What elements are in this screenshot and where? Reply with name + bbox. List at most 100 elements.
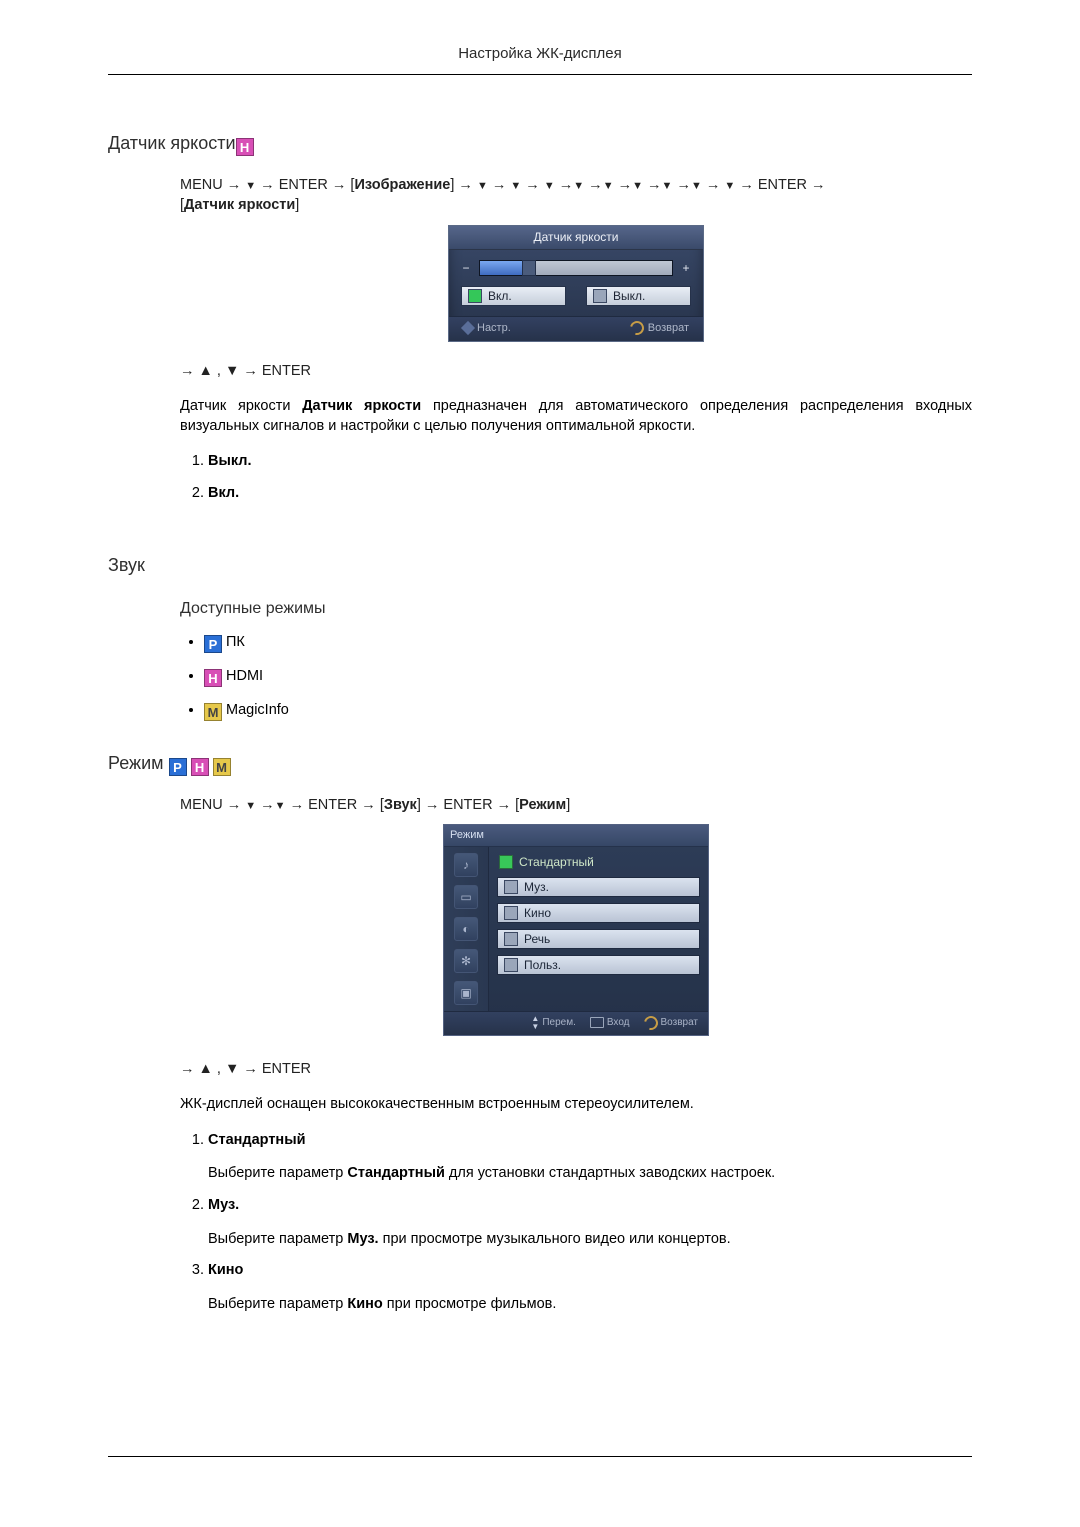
nav-text: ] xyxy=(566,797,570,813)
mode-label: ПК xyxy=(226,634,245,650)
list-item: Вкл. xyxy=(208,484,972,504)
nav-text: ] → xyxy=(450,177,477,193)
down-icon: ▼ xyxy=(662,179,673,194)
mode-description: ЖК-дисплей оснащен высококачественным вс… xyxy=(180,1095,972,1115)
return-icon xyxy=(627,319,646,338)
rail-icon[interactable]: ▣ xyxy=(454,981,478,1005)
slider-fill xyxy=(480,261,522,275)
nav-path-mode-2: → ▲ , ▼ → ENTER xyxy=(180,1060,972,1080)
osd2-rail: ♪ ▭ ◐ ✻ ▣ xyxy=(444,847,489,1011)
osd1-adjust-label: Настр. xyxy=(477,321,511,336)
text: Датчик яркости xyxy=(180,398,302,414)
osd2-item[interactable]: Муз. xyxy=(497,877,700,897)
text: для установки стандартных заводских наст… xyxy=(445,1165,775,1181)
nav-path-sensor-2: → ▲ , ▼ → ENTER xyxy=(180,362,972,382)
osd2-item[interactable]: Кино xyxy=(497,903,700,923)
brightness-slider[interactable] xyxy=(479,260,673,276)
osd2-item-label: Кино xyxy=(524,905,551,921)
updown-icon: ▲▼ xyxy=(531,1016,539,1029)
osd-brightness-sensor: Датчик яркости − + Вкл. Выкл. Настр. Воз… xyxy=(448,225,704,341)
box-icon xyxy=(504,880,518,894)
list-item-body: Выберите параметр Кино при просмотре фил… xyxy=(208,1295,972,1315)
rail-icon[interactable]: ♪ xyxy=(454,853,478,877)
list-item-label: Выкл. xyxy=(208,453,252,469)
magicinfo-icon: M xyxy=(213,758,231,776)
subheading-available-modes: Доступные режимы xyxy=(180,598,972,620)
down-icon: ▼ xyxy=(275,799,286,814)
minus-icon[interactable]: − xyxy=(461,260,471,276)
nav-label-image: Изображение xyxy=(354,177,450,193)
osd2-item-label: Польз. xyxy=(524,957,561,973)
nav-text: ] → ENTER → [ xyxy=(417,797,519,813)
osd2-item[interactable]: Речь xyxy=(497,929,700,949)
list-item-label: Вкл. xyxy=(208,485,239,501)
check-icon xyxy=(499,855,513,869)
down-icon: ▼ xyxy=(632,179,643,194)
section-title-mode: Режим PHM xyxy=(108,751,972,776)
box-icon xyxy=(504,906,518,920)
nav-label-mode: Режим xyxy=(519,797,566,813)
check-icon xyxy=(468,289,482,303)
list-item: Муз. Выберите параметр Муз. при просмотр… xyxy=(208,1196,972,1249)
down-icon: ▼ xyxy=(603,179,614,194)
osd2-item-selected[interactable]: Стандартный xyxy=(497,853,700,871)
osd2-list: Стандартный Муз. Кино Речь Польз. xyxy=(489,847,708,1011)
osd2-back-label: Возврат xyxy=(661,1016,699,1030)
down-icon: ▼ xyxy=(544,179,555,194)
option-on[interactable]: Вкл. xyxy=(461,286,566,306)
down-icon: ▼ xyxy=(510,179,521,194)
nav-label-sound: Звук xyxy=(384,797,417,813)
mode-label: HDMI xyxy=(226,668,263,684)
list-item-head: Стандартный xyxy=(208,1132,306,1148)
text: Выберите параметр xyxy=(208,1165,347,1181)
osd1-title: Датчик яркости xyxy=(449,226,703,249)
option-off-label: Выкл. xyxy=(613,288,645,304)
osd2-move-label: Перем. xyxy=(542,1016,576,1030)
nav-text: MENU → xyxy=(180,797,245,813)
box-icon xyxy=(504,932,518,946)
list-item: Кино Выберите параметр Кино при просмотр… xyxy=(208,1261,972,1314)
slider-knob[interactable] xyxy=(522,260,536,276)
osd2-item[interactable]: Польз. xyxy=(497,955,700,975)
osd2-item-label: Стандартный xyxy=(519,854,594,870)
text: Выберите параметр xyxy=(208,1231,347,1247)
footer-rule xyxy=(108,1456,972,1457)
text: при просмотре музыкального видео или кон… xyxy=(379,1231,731,1247)
hdmi-icon: H xyxy=(191,758,209,776)
osd2-title: Режим xyxy=(444,825,708,847)
section-title-sensor-text: Датчик яркости xyxy=(108,133,236,153)
nav-label-sensor: Датчик яркости xyxy=(184,197,295,213)
list-item-body: Выберите параметр Стандартный для устано… xyxy=(208,1164,972,1184)
available-modes-list: PПК HHDMI MMagicInfo xyxy=(180,633,972,721)
text-bold: Датчик яркости xyxy=(302,398,421,414)
text-bold: Муз. xyxy=(347,1231,378,1247)
text-bold: Стандартный xyxy=(347,1165,445,1181)
return-icon xyxy=(641,1013,660,1032)
nav-text: → ENTER → xyxy=(735,177,825,193)
list-item: Стандартный Выберите параметр Стандартны… xyxy=(208,1131,972,1184)
sensor-description: Датчик яркости Датчик яркости предназнач… xyxy=(180,397,972,436)
osd-sound-mode: Режим ♪ ▭ ◐ ✻ ▣ Стандартный Муз. Кино Ре… xyxy=(443,824,709,1036)
list-item: MMagicInfo xyxy=(204,701,972,721)
option-off[interactable]: Выкл. xyxy=(586,286,691,306)
osd1-back: Возврат xyxy=(630,321,689,336)
rail-icon[interactable]: ◐ xyxy=(454,917,478,941)
down-icon: ▼ xyxy=(245,179,256,194)
option-on-label: Вкл. xyxy=(488,288,512,304)
hdmi-icon: H xyxy=(204,669,222,687)
list-item-head: Кино xyxy=(208,1262,243,1278)
plus-icon[interactable]: + xyxy=(681,260,691,276)
page-header: Настройка ЖК-дисплея xyxy=(108,44,972,64)
osd2-enter: Вход xyxy=(590,1016,630,1030)
down-icon: ▼ xyxy=(724,179,735,194)
section-title-mode-text: Режим xyxy=(108,753,164,773)
rail-icon[interactable]: ✻ xyxy=(454,949,478,973)
osd1-back-label: Возврат xyxy=(648,321,689,336)
down-icon: ▼ xyxy=(573,179,584,194)
nav-text: → ENTER → [ xyxy=(256,177,354,193)
rail-icon[interactable]: ▭ xyxy=(454,885,478,909)
section-title-sound: Звук xyxy=(108,553,972,577)
hdmi-icon: H xyxy=(236,138,254,156)
nav-text: ] xyxy=(295,197,299,213)
list-item-head: Муз. xyxy=(208,1197,239,1213)
